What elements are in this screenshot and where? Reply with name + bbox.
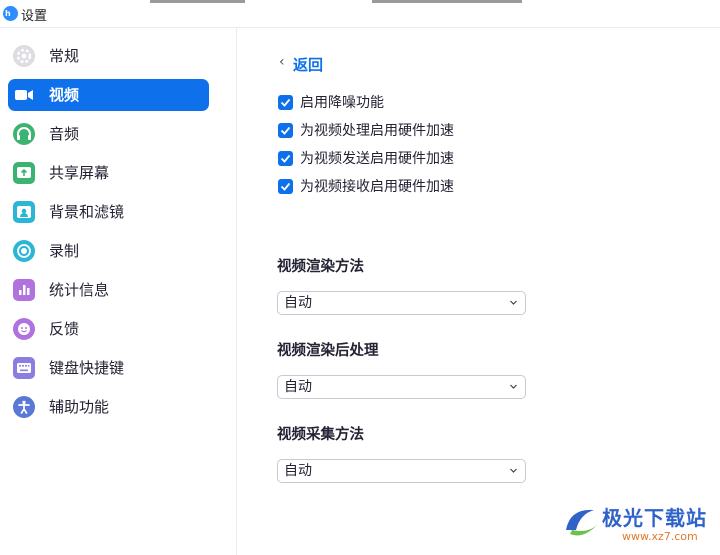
checkbox-checked-icon[interactable] — [278, 123, 293, 138]
record-icon — [13, 240, 35, 262]
checkbox-label: 启用降噪功能 — [300, 95, 384, 111]
checkbox-checked-icon[interactable] — [278, 151, 293, 166]
sidebar-item-label: 辅助功能 — [49, 398, 110, 416]
sidebar-item-general[interactable]: 常规 — [8, 40, 209, 72]
watermark-url: www.xz7.com — [622, 530, 698, 543]
sidebar-item-audio[interactable]: 音频 — [8, 118, 209, 150]
back-label: 返回 — [293, 56, 324, 74]
sidebar-item-label: 背景和滤镜 — [49, 203, 125, 221]
keyboard-icon — [13, 357, 35, 379]
chevron-left-icon: ‹ — [279, 54, 285, 70]
render-post-processing-select[interactable]: 自动 — [277, 375, 526, 399]
sidebar-item-label: 键盘快捷键 — [49, 359, 125, 377]
sidebar-item-label: 常规 — [49, 47, 80, 65]
title-bar-strip — [150, 0, 245, 3]
capture-method-select[interactable]: 自动 — [277, 459, 526, 483]
sidebar-item-label: 反馈 — [49, 320, 80, 338]
select-value: 自动 — [284, 295, 312, 311]
sidebar-item-video[interactable]: 视频 — [8, 79, 209, 111]
sidebar-item-keyboard-shortcuts[interactable]: 键盘快捷键 — [8, 352, 209, 384]
zoom-app-icon: h — [3, 6, 18, 21]
sidebar-item-recording[interactable]: 录制 — [8, 235, 209, 267]
select-value: 自动 — [284, 379, 312, 395]
checkbox-label: 为视频发送启用硬件加速 — [300, 151, 454, 167]
watermark: 极光下载站 www.xz7.com — [558, 496, 718, 552]
accessibility-icon — [13, 396, 35, 418]
checkbox-label: 为视频处理启用硬件加速 — [300, 123, 454, 139]
watermark-logo-icon — [566, 509, 600, 536]
video-advanced-settings: ‹ 返回 启用降噪功能 为视频处理启用硬件加速 为视频发送启用硬件加速 为视频接… — [238, 28, 720, 555]
sidebar-item-label: 录制 — [49, 242, 80, 260]
section-title-render-post-processing: 视频渲染后处理 — [277, 343, 379, 359]
chevron-down-icon — [510, 300, 517, 305]
sidebar-item-label: 音频 — [49, 125, 80, 143]
sidebar-item-share-screen[interactable]: 共享屏幕 — [8, 157, 209, 189]
video-camera-icon — [13, 84, 35, 106]
checkbox-hw-accel-processing[interactable]: 为视频处理启用硬件加速 — [278, 121, 578, 141]
watermark-name: 极光下载站 — [602, 506, 707, 530]
statistics-icon — [13, 279, 35, 301]
sidebar-item-accessibility[interactable]: 辅助功能 — [8, 391, 209, 423]
render-method-select[interactable]: 自动 — [277, 291, 526, 315]
section-title-capture-method: 视频采集方法 — [277, 427, 364, 443]
section-title-render-method: 视频渲染方法 — [277, 259, 364, 275]
select-value: 自动 — [284, 463, 312, 479]
title-bar: h 设置 — [0, 0, 720, 28]
checkbox-hw-accel-sending[interactable]: 为视频发送启用硬件加速 — [278, 149, 578, 169]
checkbox-checked-icon[interactable] — [278, 179, 293, 194]
checkbox-hw-accel-receiving[interactable]: 为视频接收启用硬件加速 — [278, 177, 578, 197]
title-bar-strip — [372, 0, 522, 3]
sidebar-item-label: 共享屏幕 — [49, 164, 110, 182]
checkbox-checked-icon[interactable] — [278, 95, 293, 110]
share-screen-icon — [13, 162, 35, 184]
sidebar-item-label: 视频 — [49, 86, 80, 104]
window-title: 设置 — [21, 9, 48, 24]
checkbox-label: 为视频接收启用硬件加速 — [300, 179, 454, 195]
chevron-down-icon — [510, 384, 517, 389]
chevron-down-icon — [510, 468, 517, 473]
gear-icon — [13, 45, 35, 67]
background-icon — [13, 201, 35, 223]
sidebar-item-statistics[interactable]: 统计信息 — [8, 274, 209, 306]
checkbox-noise-suppression[interactable]: 启用降噪功能 — [278, 93, 578, 113]
feedback-icon — [13, 318, 35, 340]
headphones-icon — [13, 123, 35, 145]
sidebar-item-label: 统计信息 — [49, 281, 110, 299]
sidebar-item-feedback[interactable]: 反馈 — [8, 313, 209, 345]
sidebar-item-background[interactable]: 背景和滤镜 — [8, 196, 209, 228]
settings-sidebar: 常规 视频 音频 共享屏幕 背景和滤镜 录制 统计信息 反馈 键盘快捷键 辅助功… — [0, 28, 237, 555]
